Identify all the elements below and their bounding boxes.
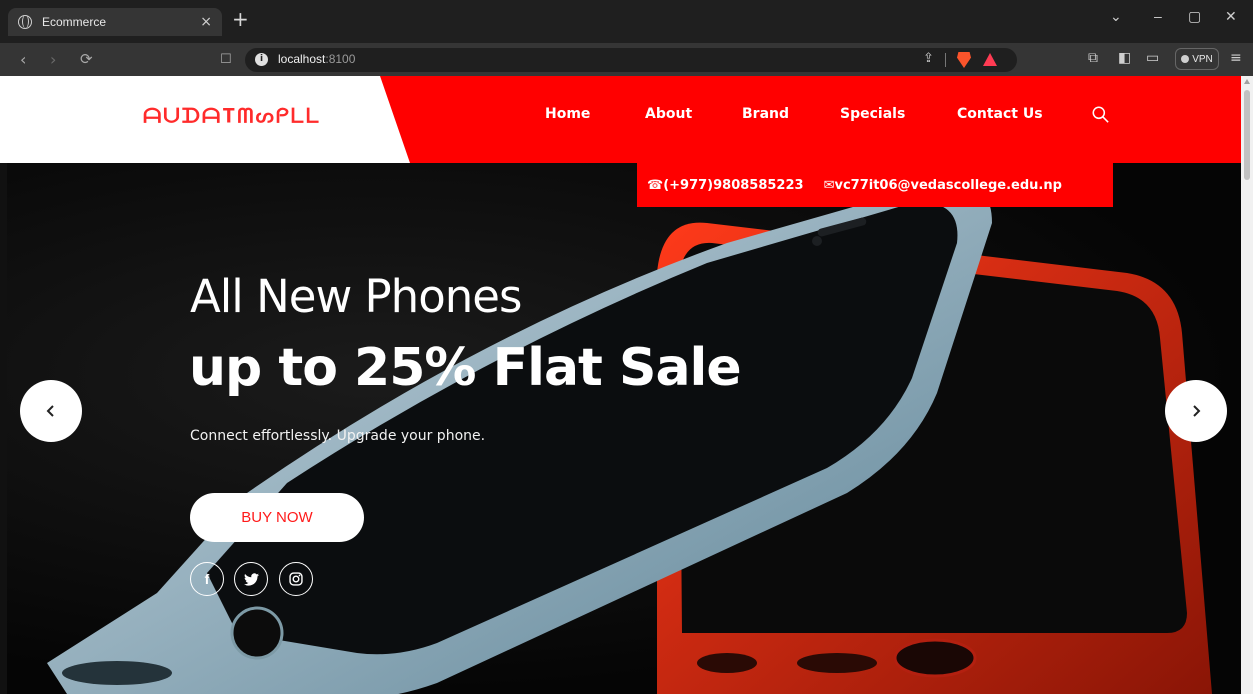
nav-contact-us[interactable]: Contact Us [957,106,1043,122]
divider [945,53,946,67]
contact-email[interactable]: ✉ vc77it06@vedascollege.edu.np [824,178,1062,193]
url-port: :8100 [325,52,356,66]
minimize-button[interactable]: – [1154,8,1162,24]
brave-shields-icon[interactable] [957,52,971,68]
twitter-icon[interactable] [234,562,268,596]
hero-headline: All New Phones [190,270,522,323]
site-logo[interactable]: ᗩᑌᗪᗩTᗰᔕᑭᒪᒪ [143,105,321,128]
buy-now-button[interactable]: BUY NOW [190,493,364,542]
facebook-icon[interactable]: f [190,562,224,596]
carousel-next-button[interactable] [1165,380,1227,442]
brave-rewards-icon[interactable] [983,53,997,66]
scroll-up-icon[interactable] [1244,79,1250,84]
globe-icon [18,15,32,29]
instagram-icon[interactable] [279,562,313,596]
tab-search-button[interactable]: ⌄ [1110,8,1122,25]
email-address: vc77it06@vedascollege.edu.np [834,177,1062,193]
close-window-button[interactable]: ✕ [1225,8,1237,25]
bookmark-icon[interactable]: ☐ [220,52,232,67]
browser-tab-bar: Ecommerce × + ⌄ – ▢ ✕ [0,0,1253,43]
site-header: ᗩᑌᗪᗩTᗰᔕᑭᒪᒪ Home About Brand Specials Con… [0,76,1241,163]
site-info-icon[interactable]: i [255,53,268,66]
wallet-icon[interactable]: ▭ [1146,50,1159,66]
browser-tab[interactable]: Ecommerce × [8,8,222,36]
back-icon[interactable]: ‹ [20,50,26,69]
vpn-status-icon [1181,55,1190,63]
menu-icon[interactable]: ≡ [1230,50,1242,66]
share-icon[interactable]: ⇪ [923,51,934,66]
maximize-button[interactable]: ▢ [1188,8,1201,25]
instagram-glyph-icon [289,572,303,586]
page-viewport: ᗩᑌᗪᗩTᗰᔕᑭᒪᒪ Home About Brand Specials Con… [0,76,1241,694]
contact-bar: ☎ (+977)9808585223 ✉ vc77it06@vedascollege… [637,163,1113,207]
phone-icon: ☎ [647,177,664,193]
nav-home[interactable]: Home [545,106,590,122]
envelope-icon: ✉ [823,177,835,193]
carousel-prev-button[interactable] [20,380,82,442]
url-host: localhost [278,52,326,66]
sidebar-icon[interactable]: ◧ [1118,50,1131,66]
vpn-label: VPN [1192,53,1213,65]
phone-number: (+977)9808585223 [663,177,804,193]
page-scrollbar[interactable] [1241,76,1253,694]
chevron-left-icon [46,405,54,417]
contact-phone[interactable]: ☎ (+977)9808585223 [647,178,804,193]
hero-tagline: Connect effortlessly. Upgrade your phone… [190,428,486,444]
nav-brand[interactable]: Brand [742,106,789,122]
address-bar[interactable]: i localhost:8100 ⇪ [245,48,1017,72]
tab-title: Ecommerce [42,15,107,29]
vpn-button[interactable]: VPN [1175,48,1219,70]
reload-icon[interactable]: ⟳ [80,50,93,68]
url-text[interactable]: localhost:8100 [278,52,355,66]
twitter-bird-icon [243,572,259,586]
forward-icon[interactable]: › [50,50,56,69]
scrollbar-thumb[interactable] [1244,90,1250,180]
tab-close-button[interactable]: × [200,14,212,30]
header-red-band [380,76,1241,163]
search-icon[interactable] [1092,106,1109,123]
nav-specials[interactable]: Specials [840,106,905,122]
new-tab-button[interactable]: + [232,9,249,29]
nav-about[interactable]: About [645,106,692,122]
chevron-right-icon [1193,405,1201,417]
hero-subheadline: up to 25% Flat Sale [189,338,742,398]
extensions-icon[interactable]: ⧉ [1088,50,1098,66]
